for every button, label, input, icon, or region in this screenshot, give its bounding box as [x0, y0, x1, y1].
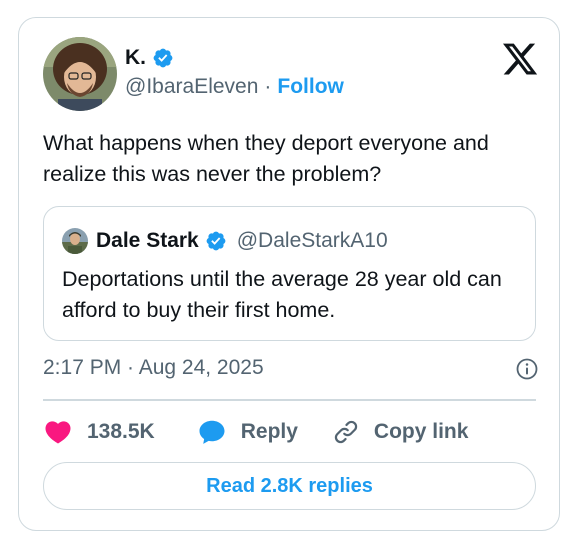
reply-button[interactable]: Reply: [197, 417, 298, 447]
tweet-timestamp[interactable]: 2:17 PM · Aug 24, 2025: [43, 356, 264, 380]
like-button[interactable]: 138.5K: [43, 417, 155, 447]
verified-badge-icon: [205, 230, 227, 252]
author-handle-row: @IbaraEleven · Follow: [125, 75, 344, 99]
heart-icon: [43, 417, 73, 447]
divider: [43, 399, 536, 401]
quoted-author-name: Dale Stark: [96, 229, 199, 252]
tweet-text: What happens when they deport everyone a…: [43, 131, 489, 186]
author-display-name[interactable]: K.: [125, 46, 146, 70]
author-name-row: K.: [125, 44, 174, 72]
author-handle[interactable]: @IbaraEleven: [125, 75, 258, 99]
speech-bubble-icon: [197, 417, 227, 447]
quoted-tweet[interactable]: Dale Stark @DaleStarkA10 Deportations un…: [43, 206, 536, 341]
tweet-card: K. @IbaraEleven · Follow What happens wh…: [18, 17, 560, 531]
x-logo-icon[interactable]: [501, 40, 539, 78]
action-bar: 138.5K Reply Copy link: [43, 415, 468, 449]
quoted-author-handle: @DaleStarkA10: [236, 229, 388, 252]
separator-dot: ·: [264, 75, 272, 98]
reply-label: Reply: [240, 420, 298, 443]
author-avatar[interactable]: [43, 37, 117, 111]
like-count: 138.5K: [87, 420, 155, 443]
read-replies-button[interactable]: Read 2.8K replies: [43, 462, 536, 510]
quoted-author-avatar: [62, 228, 88, 254]
copy-link-label: Copy link: [373, 420, 469, 443]
quoted-tweet-text: Deportations until the average 28 year o…: [62, 267, 502, 322]
link-icon: [332, 418, 360, 446]
verified-badge-icon: [152, 47, 174, 69]
info-icon[interactable]: [515, 357, 539, 381]
copy-link-button[interactable]: Copy link: [332, 418, 469, 446]
follow-button[interactable]: Follow: [277, 75, 344, 99]
quoted-tweet-header: Dale Stark @DaleStarkA10: [62, 227, 388, 255]
